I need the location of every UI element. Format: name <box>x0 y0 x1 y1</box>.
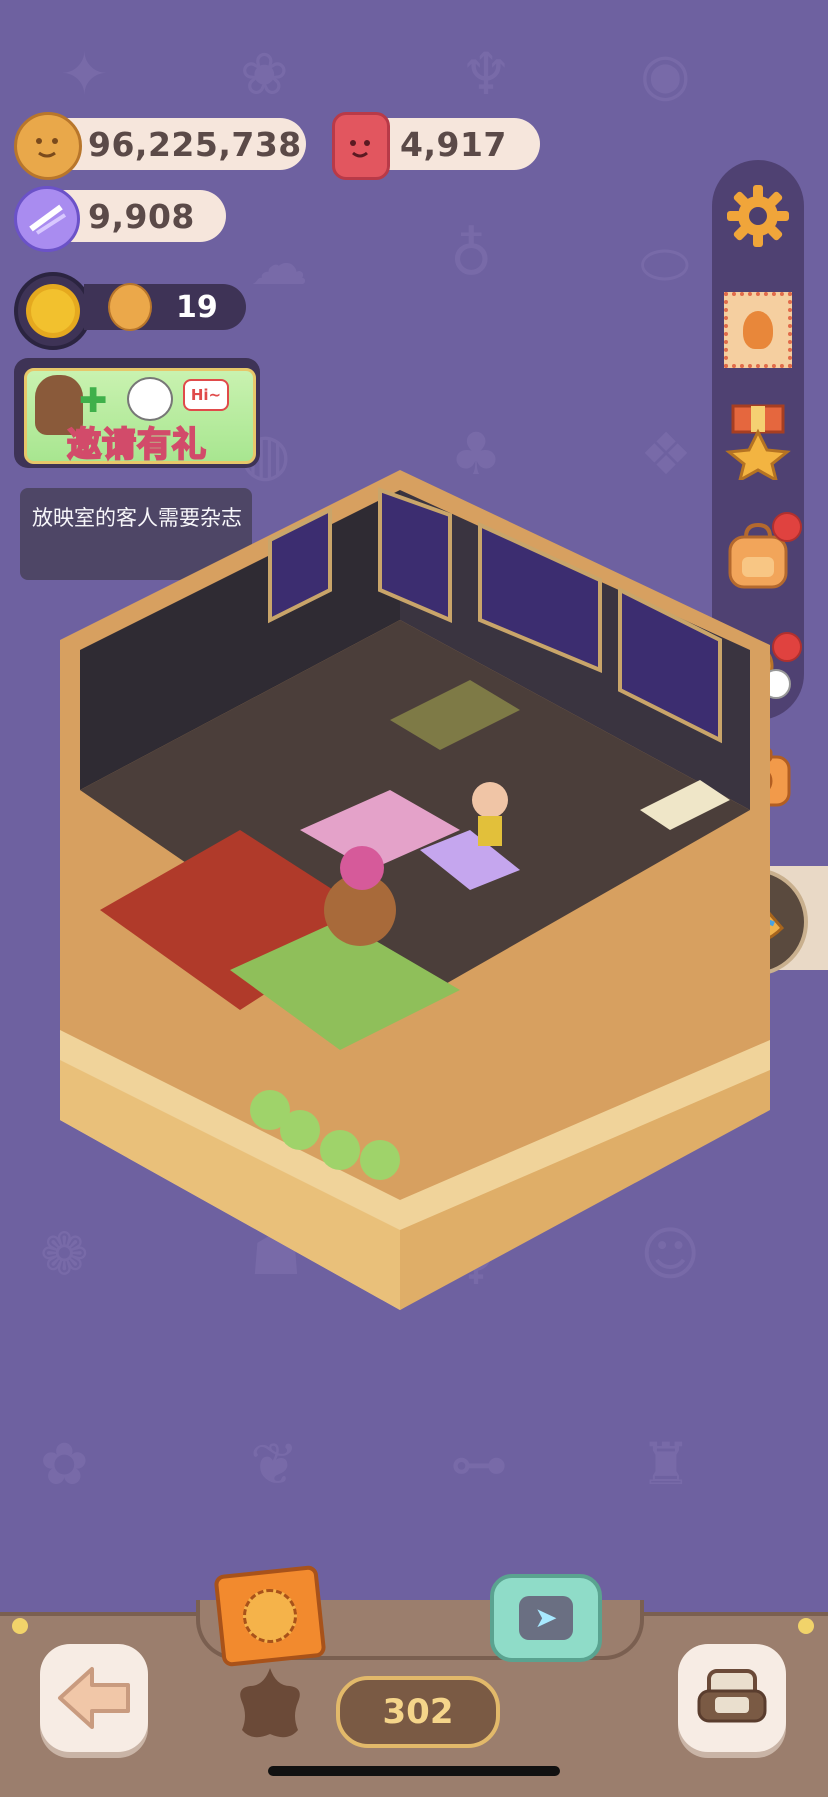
character-book-button[interactable] <box>722 292 794 368</box>
sun-icon <box>31 289 75 333</box>
cookie-coin-icon <box>14 112 82 180</box>
paper-plane-icon: ➤ <box>490 1574 602 1662</box>
candy-icon <box>14 186 80 252</box>
ranking-button[interactable] <box>722 404 794 480</box>
furniture-button[interactable] <box>678 1644 786 1752</box>
bottom-bar-pin-right <box>798 1618 814 1634</box>
jelly-gem-icon <box>332 112 390 180</box>
album-icon <box>213 1564 327 1668</box>
home-indicator <box>268 1766 560 1776</box>
settings-button[interactable] <box>722 180 794 252</box>
cookie-count-value: 19 <box>176 289 218 325</box>
star-icon <box>240 1668 300 1738</box>
sofa-icon <box>697 1669 767 1723</box>
album-button[interactable] <box>213 1564 327 1668</box>
sun-button[interactable] <box>14 272 92 350</box>
hi-bubble: Hi~ <box>183 379 229 411</box>
bottom-bar-pin-left <box>12 1618 28 1634</box>
level-value: 302 <box>382 1692 454 1732</box>
cookie-count-pill[interactable]: 19 <box>84 283 246 331</box>
gem-currency-value: 4,917 <box>400 124 507 164</box>
back-button[interactable] <box>40 1644 148 1752</box>
ghost-icon <box>127 377 173 421</box>
back-arrow-icon <box>58 1667 130 1729</box>
stamp-icon <box>724 292 792 368</box>
star-button[interactable] <box>228 1662 312 1746</box>
medal-icon <box>725 404 791 480</box>
room-diorama[interactable] <box>0 470 828 1344</box>
plus-icon: ✚ <box>79 381 108 421</box>
level-badge[interactable]: 302 <box>336 1676 500 1748</box>
gear-icon <box>727 185 789 247</box>
invite-title: 邀请有礼 <box>66 424 207 466</box>
send-button[interactable]: ➤ <box>490 1574 602 1662</box>
cookie-character-icon <box>108 283 152 331</box>
candy-currency-value: 9,908 <box>88 196 195 236</box>
cookie-currency-value: 96,225,738 <box>88 124 302 164</box>
invite-event-banner[interactable]: ✚ Hi~ 邀请有礼 <box>14 358 260 468</box>
